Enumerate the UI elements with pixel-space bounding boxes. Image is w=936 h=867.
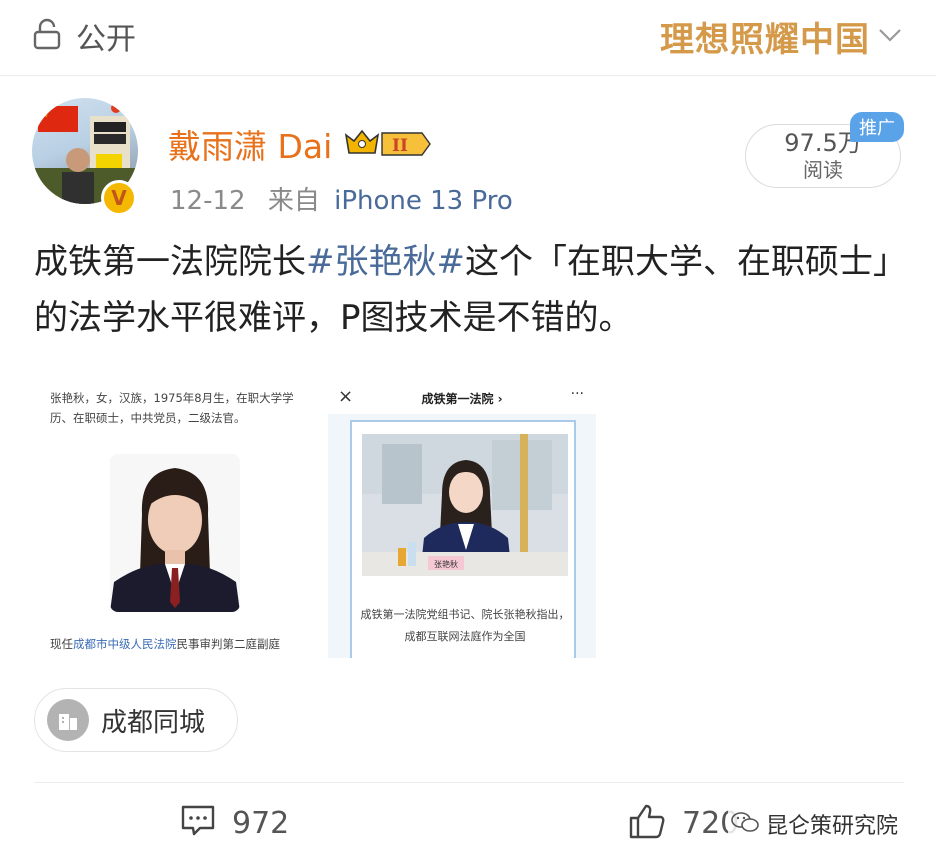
post-device[interactable]: iPhone 13 Pro: [334, 186, 513, 216]
top-bar: 公开 理想照耀中国: [0, 0, 936, 76]
embedded-title: 成铁第一法院 ›: [421, 392, 503, 406]
wechat-icon: [730, 810, 760, 838]
post-text: 成铁第一法院院长#张艳秋#这个「在职大学、在职硕士」的法学水平很难评，P图技术是…: [34, 234, 904, 346]
reads-label: 阅读: [803, 158, 843, 182]
footer-suffix: 民事审判第二庭副庭: [176, 637, 281, 651]
post-text-part1: 成铁第一法院院长: [34, 242, 306, 282]
nameplate-text: 张艳秋: [434, 559, 458, 569]
location-chip[interactable]: 成都同城: [34, 688, 238, 752]
promoted-tag: 推广: [850, 112, 904, 142]
portrait-photo: [110, 454, 240, 612]
verified-badge: V: [101, 180, 137, 216]
thumbs-up-icon: [628, 802, 666, 844]
post-image-right[interactable]: × 成铁第一法院 › ··· 张艳秋 成铁第一法院党组书记、院长张艳秋指出，成都…: [328, 382, 596, 658]
post-image-left[interactable]: 张艳秋，女，汉族，1975年8月生，在职大学学历、在职硕士，中共党员，二级法官。…: [36, 374, 324, 660]
author-name[interactable]: 戴雨潇 Dai: [168, 120, 332, 168]
article-frame: 张艳秋 成铁第一法院党组书记、院长张艳秋指出，成都互联网法庭作为全国: [350, 420, 576, 658]
slogan-banner[interactable]: 理想照耀中国: [660, 14, 904, 60]
author-row: 戴雨潇 Dai II: [168, 120, 434, 168]
chevron-down-icon[interactable]: [870, 20, 904, 52]
hashtag-link[interactable]: #张艳秋#: [306, 242, 465, 282]
divider: [34, 782, 904, 783]
footer-prefix: 现任: [50, 637, 73, 651]
lock-icon: [30, 17, 64, 55]
court-link: 成都市中级人民法院: [73, 637, 177, 651]
comment-button[interactable]: 972: [180, 804, 289, 842]
watermark: 昆仑策研究院: [728, 808, 901, 840]
comment-count: 972: [232, 805, 290, 841]
level-badge: II: [392, 136, 408, 156]
source-prefix: 来自: [267, 186, 320, 216]
more-icon: ···: [570, 386, 584, 402]
meeting-photo: 张艳秋: [362, 434, 568, 576]
building-icon: [47, 699, 89, 741]
slogan-text: 理想照耀中国: [660, 19, 870, 60]
article-caption: 成铁第一法院党组书记、院长张艳秋指出，成都互联网法庭作为全国: [360, 608, 570, 643]
visibility-selector[interactable]: 公开: [30, 14, 136, 58]
visibility-label: 公开: [76, 22, 136, 57]
comment-icon: [180, 804, 216, 842]
post-date: 12-12: [170, 186, 246, 216]
image-footer: 现任成都市中级人民法院民事审判第二庭副庭: [50, 636, 280, 652]
embedded-header: × 成铁第一法院 › ···: [328, 382, 596, 414]
crown-level-icon[interactable]: II: [342, 127, 434, 161]
bio-text: 张艳秋，女，汉族，1975年8月生，在职大学学历、在职硕士，中共党员，二级法官。: [50, 391, 294, 425]
like-button[interactable]: 720: [628, 802, 739, 844]
watermark-text: 昆仑策研究院: [766, 814, 899, 839]
post-meta: 12-12 来自 iPhone 13 Pro: [170, 180, 513, 217]
location-label: 成都同城: [101, 707, 206, 738]
